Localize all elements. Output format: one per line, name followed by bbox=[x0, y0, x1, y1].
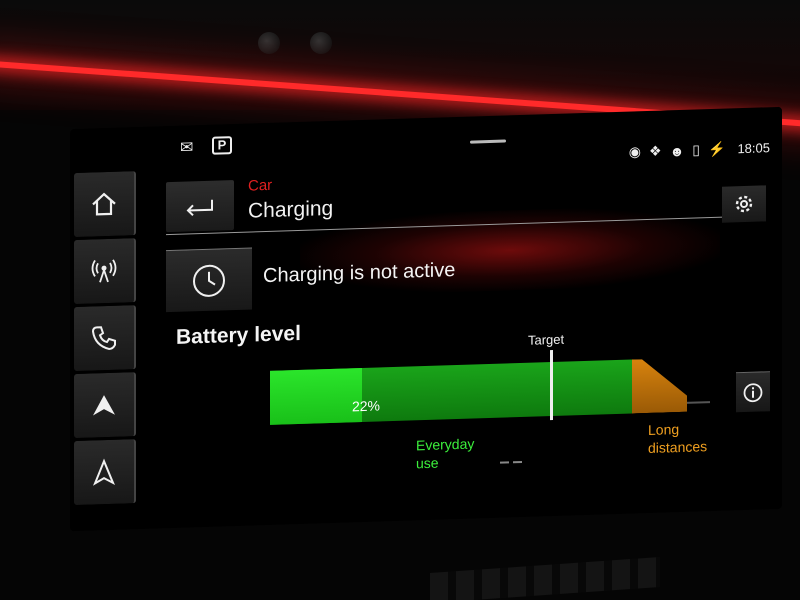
pulldown-handle[interactable] bbox=[470, 139, 506, 144]
long-distances-label: Long distances bbox=[648, 421, 708, 457]
nav-navigation-button[interactable] bbox=[74, 439, 136, 506]
nav-home-button[interactable] bbox=[74, 171, 136, 238]
clock-time: 18:05 bbox=[737, 140, 770, 157]
parking-icon[interactable]: P bbox=[212, 136, 232, 155]
status-icons: ◉ ❖ ☻ ▯ ⚡ 18:05 bbox=[629, 139, 770, 160]
charging-station-icon: ⚡ bbox=[708, 140, 726, 158]
battery-percent: 22% bbox=[351, 397, 380, 415]
home-icon bbox=[92, 192, 116, 216]
back-arrow-icon bbox=[186, 199, 213, 217]
clock-icon bbox=[193, 264, 225, 297]
long-distance-segment bbox=[632, 358, 687, 414]
breadcrumb[interactable]: Car bbox=[248, 177, 272, 195]
dashboard-vents bbox=[430, 556, 660, 600]
info-icon bbox=[743, 382, 763, 402]
nav-radio-button[interactable] bbox=[74, 238, 136, 305]
gear-icon bbox=[735, 195, 753, 213]
cabin-light-knob bbox=[310, 32, 332, 54]
target-label: Target bbox=[528, 331, 565, 348]
carplay-icon bbox=[93, 395, 115, 416]
navigation-icon bbox=[92, 458, 116, 486]
info-button[interactable] bbox=[736, 371, 770, 413]
back-button[interactable] bbox=[166, 180, 234, 233]
charging-timer-button[interactable] bbox=[166, 247, 252, 313]
wireless-icon: ◉ bbox=[628, 143, 641, 160]
nav-phone-button[interactable] bbox=[74, 305, 136, 372]
page-title: Charging bbox=[248, 196, 334, 223]
battery-fill bbox=[270, 368, 362, 425]
everyday-use-label: Everyday use bbox=[416, 435, 475, 472]
target-marker[interactable] bbox=[550, 350, 553, 421]
left-nav bbox=[74, 171, 140, 508]
radio-icon bbox=[91, 259, 117, 283]
nav-carplay-button[interactable] bbox=[74, 372, 136, 439]
status-bar: ✉ P ◉ ❖ ☻ ▯ ⚡ 18:05 bbox=[180, 117, 770, 166]
phone-battery-icon: ▯ bbox=[692, 141, 701, 158]
cabin-light-knob bbox=[258, 32, 280, 54]
mail-icon[interactable]: ✉ bbox=[180, 137, 193, 157]
infotainment-screen: ✉ P ◉ ❖ ☻ ▯ ⚡ 18:05 Car Charging Chargin… bbox=[70, 106, 782, 532]
page-indicator bbox=[500, 460, 522, 464]
bluetooth-icon: ❖ bbox=[649, 142, 662, 159]
user-icon: ☻ bbox=[669, 142, 685, 159]
battery-heading: Battery level bbox=[176, 321, 301, 349]
phone-icon bbox=[91, 326, 116, 350]
settings-button[interactable] bbox=[722, 185, 766, 223]
